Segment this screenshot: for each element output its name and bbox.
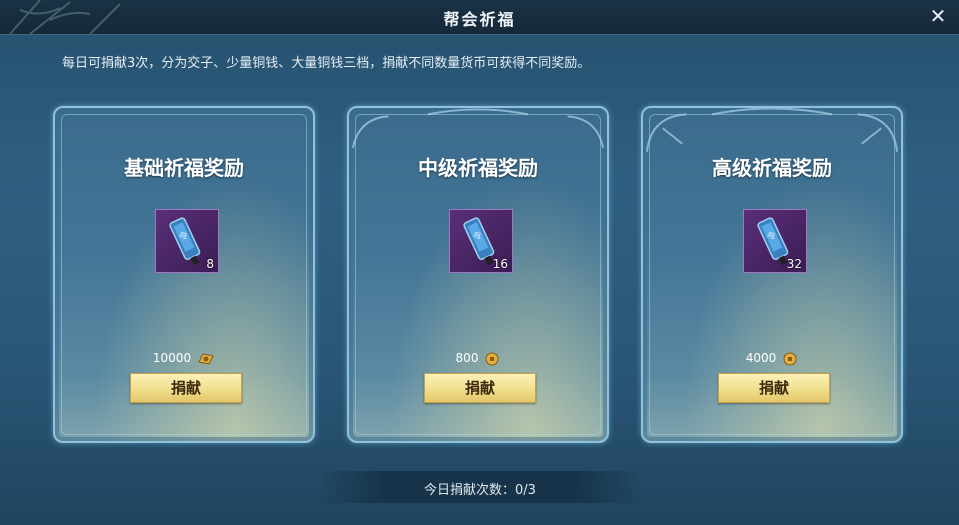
donation-count-text: 今日捐献次数：0/3 xyxy=(424,483,536,498)
item-count: 8 xyxy=(206,257,214,271)
cost-row: 10000 xyxy=(55,351,313,366)
cost-row: 800 xyxy=(349,351,607,366)
reward-item-slot[interactable]: 令 32 xyxy=(743,209,807,273)
cost-value: 800 xyxy=(455,351,479,365)
close-icon[interactable]: ✕ xyxy=(927,5,949,27)
donate-button[interactable]: 捐献 xyxy=(130,373,242,403)
card-title: 高级祈福奖励 xyxy=(712,156,832,180)
item-count: 32 xyxy=(786,257,802,271)
card-intermediate-blessing: 中级祈福奖励 令 16 800 捐献 xyxy=(347,106,609,443)
donation-count-bar: 今日捐献次数：0/3 xyxy=(318,471,642,503)
donate-button[interactable]: 捐献 xyxy=(718,373,830,403)
card-title: 基础祈福奖励 xyxy=(124,156,244,180)
copper-coin-icon xyxy=(485,352,499,365)
card-title: 中级祈福奖励 xyxy=(418,156,538,180)
window-title: 帮会祈福 xyxy=(443,10,516,29)
cost-value: 10000 xyxy=(152,351,192,365)
card-advanced-blessing: 高级祈福奖励 令 32 4000 捐献 xyxy=(641,106,903,443)
cost-value: 4000 xyxy=(745,351,777,365)
copper-coin-icon xyxy=(783,352,797,365)
jiaozi-coin-icon xyxy=(198,352,214,365)
card-basic-blessing: 基础祈福奖励 令 8 10000 捐献 xyxy=(53,106,315,443)
guild-blessing-window: 帮会祈福 ✕ 每日可捐献3次，分为交子、少量铜钱、大量铜钱三档，捐献不同数量货币… xyxy=(0,0,959,525)
cost-row: 4000 xyxy=(643,351,901,366)
reward-item-slot[interactable]: 令 16 xyxy=(449,209,513,273)
description-text: 每日可捐献3次，分为交子、少量铜钱、大量铜钱三档，捐献不同数量货币可获得不同奖励… xyxy=(62,56,591,71)
reward-item-slot[interactable]: 令 8 xyxy=(155,209,219,273)
item-count: 16 xyxy=(492,257,508,271)
title-bar: 帮会祈福 ✕ xyxy=(0,0,959,35)
donate-button[interactable]: 捐献 xyxy=(424,373,536,403)
